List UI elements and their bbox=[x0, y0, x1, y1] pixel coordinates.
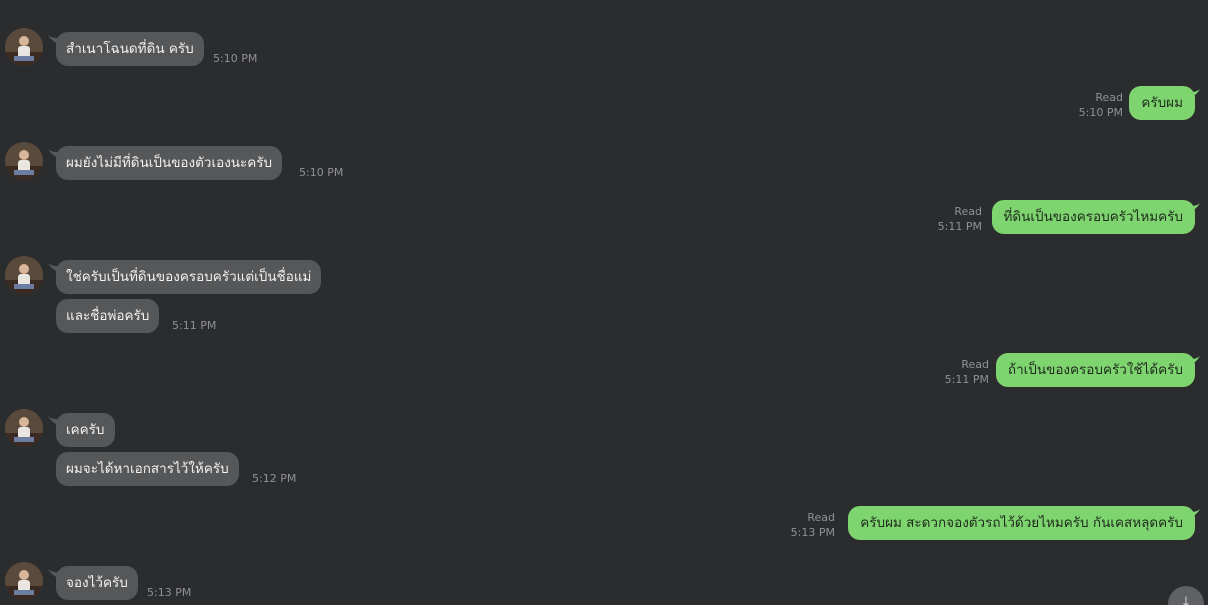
message-timestamp: 5:12 PM bbox=[252, 472, 297, 485]
contact-avatar[interactable] bbox=[5, 142, 43, 180]
arrow-down-icon: ↓ bbox=[1180, 595, 1192, 605]
message-timestamp: 5:10 PM bbox=[213, 52, 258, 65]
incoming-message[interactable]: เคครับ bbox=[56, 413, 115, 447]
incoming-message[interactable]: และชื่อพ่อครับ bbox=[56, 299, 160, 333]
message-timestamp: 5:10 PM bbox=[299, 166, 344, 179]
read-receipt: Read bbox=[807, 511, 835, 524]
contact-avatar[interactable] bbox=[5, 28, 43, 66]
message-timestamp: 5:13 PM bbox=[790, 526, 835, 539]
incoming-message[interactable]: ผมยังไม่มีที่ดินเป็นของตัวเองนะครับ bbox=[56, 146, 283, 180]
read-receipt: Read bbox=[954, 205, 982, 218]
chat-history[interactable]: สำเนาโฉนดที่ดิน ครับ 5:10 PM ครับผม Read… bbox=[0, 0, 1208, 605]
incoming-message[interactable]: สำเนาโฉนดที่ดิน ครับ bbox=[56, 32, 204, 66]
message-timestamp: 5:11 PM bbox=[937, 220, 982, 233]
message-meta: Read 5:11 PM bbox=[945, 357, 989, 387]
outgoing-message[interactable]: ถ้าเป็นของครอบครัวใช้ได้ครับ bbox=[995, 353, 1195, 387]
message-timestamp: 5:13 PM bbox=[147, 586, 192, 599]
message-timestamp: 5:11 PM bbox=[172, 319, 217, 332]
contact-avatar[interactable] bbox=[5, 409, 43, 447]
message-meta: Read 5:11 PM bbox=[938, 204, 982, 234]
incoming-message[interactable]: ผมจะได้หาเอกสารไว้ให้ครับ bbox=[56, 452, 239, 486]
contact-avatar[interactable] bbox=[5, 256, 43, 294]
incoming-message[interactable]: จองไว้ครับ bbox=[56, 566, 138, 600]
message-meta: Read 5:10 PM bbox=[1079, 90, 1123, 120]
read-receipt: Read bbox=[961, 358, 989, 371]
read-receipt: Read bbox=[1095, 91, 1123, 104]
scroll-to-bottom-button[interactable]: ↓ bbox=[1168, 586, 1204, 605]
outgoing-message[interactable]: ครับผม bbox=[1129, 86, 1195, 120]
outgoing-message[interactable]: ที่ดินเป็นของครอบครัวไหมครับ bbox=[991, 200, 1195, 234]
message-meta: Read 5:13 PM bbox=[791, 510, 835, 540]
message-timestamp: 5:11 PM bbox=[944, 373, 989, 386]
message-timestamp: 5:10 PM bbox=[1078, 106, 1123, 119]
incoming-message[interactable]: ใช่ครับเป็นที่ดินของครอบครัวแต่เป็นชื่อแ… bbox=[56, 260, 322, 294]
outgoing-message[interactable]: ครับผม สะดวกจองตัวรถไว้ด้วยไหมครับ กันเค… bbox=[848, 506, 1195, 540]
contact-avatar[interactable] bbox=[5, 562, 43, 600]
